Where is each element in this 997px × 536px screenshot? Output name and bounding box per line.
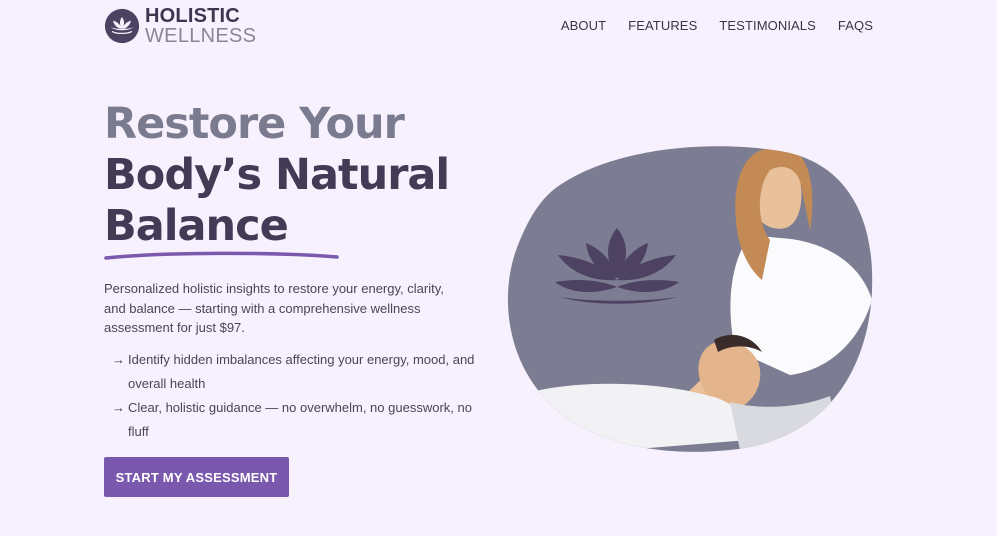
brand-name-line2: WELLNESS: [145, 25, 257, 47]
brand-name-line1: HOLISTIC: [145, 5, 240, 27]
hero-description: Personalized holistic insights to restor…: [104, 281, 444, 335]
lotus-logo-icon: [104, 8, 140, 44]
site-header: HOLISTIC WELLNESS ABOUT FEATURES TESTIMO…: [0, 0, 997, 52]
arrow-right-icon: →: [112, 352, 125, 367]
title-underline-decoration: [104, 251, 339, 260]
benefit-list: → Identify hidden imbalances affecting y…: [112, 348, 482, 444]
hero-title-line3: Balance: [104, 201, 289, 251]
hero-title: Restore Your Body’s Natural Balance: [104, 99, 524, 252]
nav-about[interactable]: ABOUT: [561, 18, 606, 33]
brand-logo[interactable]: HOLISTIC WELLNESS: [104, 6, 256, 46]
landing-page: HOLISTIC WELLNESS ABOUT FEATURES TESTIMO…: [0, 0, 997, 536]
arrow-right-icon: →: [112, 400, 125, 415]
start-assessment-button[interactable]: START MY ASSESSMENT: [104, 457, 289, 497]
benefit-item: → Identify hidden imbalances affecting y…: [112, 348, 482, 396]
benefit-text: Identify hidden imbalances affecting you…: [128, 352, 475, 391]
nav-testimonials[interactable]: TESTIMONIALS: [719, 18, 816, 33]
nav-faqs[interactable]: FAQS: [838, 18, 873, 33]
nav-features[interactable]: FEATURES: [628, 18, 697, 33]
benefit-item: → Clear, holistic guidance — no overwhel…: [112, 396, 482, 444]
benefit-text: Clear, holistic guidance — no overwhelm,…: [128, 400, 472, 439]
brand-wordmark: HOLISTIC WELLNESS: [145, 6, 256, 46]
hero-title-line2: Body’s Natural: [104, 150, 450, 200]
hero-title-line1: Restore Your: [104, 99, 405, 149]
hero-image: [507, 146, 873, 452]
main-nav: ABOUT FEATURES TESTIMONIALS FAQS: [561, 18, 873, 33]
